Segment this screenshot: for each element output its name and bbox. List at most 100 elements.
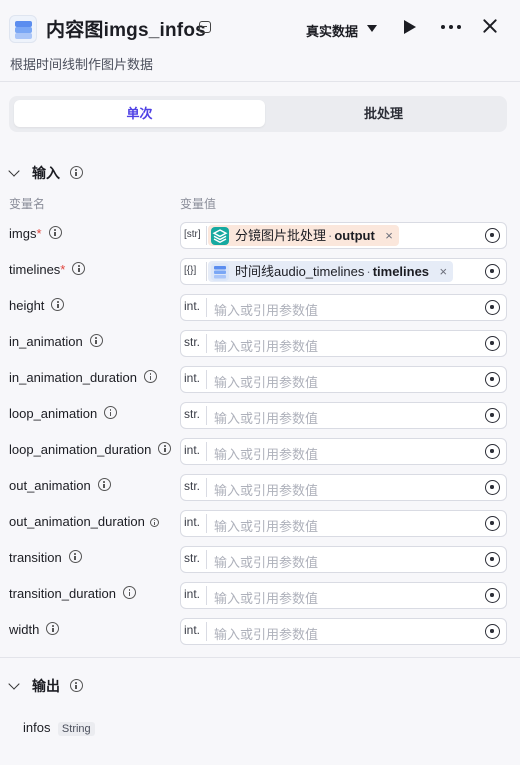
input-label: in_animation	[9, 334, 103, 349]
input-value-field[interactable]: int. 输入或引用参数值	[180, 294, 507, 321]
reference-variable-icon[interactable]	[485, 300, 500, 315]
input-label: out_animation_duration	[9, 514, 159, 529]
input-name: in_animation	[9, 334, 83, 349]
input-section-title: 输入	[32, 165, 60, 181]
type-tag: int.	[184, 443, 201, 457]
reference-variable-icon[interactable]	[485, 336, 500, 351]
input-value-field[interactable]: int. 输入或引用参数值	[180, 438, 507, 465]
type-tag: str.	[184, 479, 201, 493]
reference-variable-icon[interactable]	[485, 372, 500, 387]
reference-variable-icon[interactable]	[485, 444, 500, 459]
node-header: 内容图imgs_infos 真实数据 根据时间线制作图片数据	[0, 0, 520, 82]
type-separator	[206, 262, 207, 281]
chevron-down-icon[interactable]	[8, 678, 20, 690]
input-row-out-animation-duration: out_animation_duration int. 输入或引用参数值	[0, 510, 520, 537]
layers-stack-icon	[211, 263, 229, 281]
info-icon[interactable]	[149, 518, 159, 527]
input-label: width	[9, 622, 60, 637]
type-tag: int.	[184, 299, 201, 313]
output-section-header[interactable]: 输出	[8, 676, 83, 696]
type-separator	[206, 442, 207, 461]
reference-variable-icon[interactable]	[485, 516, 500, 531]
info-icon[interactable]	[51, 298, 65, 311]
input-name: loop_animation_duration	[9, 442, 152, 457]
tab-single[interactable]: 单次	[14, 100, 265, 127]
info-icon[interactable]	[89, 334, 103, 347]
type-tag: str.	[184, 551, 201, 565]
input-placeholder: 输入或引用参数值	[214, 519, 319, 534]
input-name: height	[9, 298, 45, 313]
reference-output: timelines	[372, 264, 430, 279]
required-mark: *	[60, 262, 66, 277]
input-row-loop-animation: loop_animation str. 输入或引用参数值	[0, 402, 520, 429]
input-name: width	[9, 622, 40, 637]
type-separator	[206, 334, 207, 353]
type-tag: int.	[184, 515, 201, 529]
type-separator	[206, 478, 207, 497]
reference-separator: ·	[366, 264, 371, 279]
input-name: out_animation_duration	[9, 514, 145, 529]
input-row-transition: transition str. 输入或引用参数值	[0, 546, 520, 573]
info-icon[interactable]	[69, 166, 83, 179]
input-value-field[interactable]: int. 输入或引用参数值	[180, 618, 507, 645]
reference-variable-icon[interactable]	[485, 588, 500, 603]
reference-variable-icon[interactable]	[485, 624, 500, 639]
info-icon[interactable]	[104, 406, 118, 419]
type-tag: [{}]	[184, 265, 197, 276]
input-row-in-animation: in_animation str. 输入或引用参数值	[0, 330, 520, 357]
reference-variable-icon[interactable]	[485, 228, 500, 243]
output-section-title: 输出	[32, 678, 60, 694]
input-row-imgs: imgs* [str] 分镜图片批处理 · output ×	[0, 222, 520, 249]
input-label: in_animation_duration	[9, 370, 157, 385]
input-value-field[interactable]: [{}] 时间线audio_timelines · timelines ×	[180, 258, 507, 285]
reference-chip[interactable]: 时间线audio_timelines · timelines ×	[208, 261, 454, 282]
column-header-value: 变量值	[180, 197, 217, 211]
reference-variable-icon[interactable]	[485, 264, 500, 279]
info-icon[interactable]	[158, 442, 172, 455]
info-icon[interactable]	[122, 586, 136, 599]
input-value-field[interactable]: int. 输入或引用参数值	[180, 366, 507, 393]
tab-batch[interactable]: 批处理	[265, 100, 502, 127]
type-separator	[206, 586, 207, 605]
input-value-field[interactable]: str. 输入或引用参数值	[180, 474, 507, 501]
caret-down-icon[interactable]	[367, 25, 377, 32]
reference-chip[interactable]: 分镜图片批处理 · output ×	[208, 225, 399, 246]
input-name: imgs	[9, 226, 37, 241]
input-section-header[interactable]: 输入	[8, 163, 83, 183]
input-placeholder: 输入或引用参数值	[214, 591, 319, 606]
close-icon[interactable]	[481, 17, 499, 35]
input-label: out_animation	[9, 478, 111, 493]
info-icon[interactable]	[68, 550, 82, 563]
info-icon[interactable]	[72, 262, 86, 275]
reference-variable-icon[interactable]	[485, 552, 500, 567]
info-icon[interactable]	[46, 622, 60, 635]
input-row-loop-animation-duration: loop_animation_duration int. 输入或引用参数值	[0, 438, 520, 465]
input-name: loop_animation	[9, 406, 98, 421]
reference-variable-icon[interactable]	[485, 408, 500, 423]
input-placeholder: 输入或引用参数值	[214, 483, 319, 498]
data-mode-selector[interactable]: 真实数据	[306, 21, 358, 40]
info-icon[interactable]	[69, 679, 83, 692]
input-value-field[interactable]: [str] 分镜图片批处理 · output ×	[180, 222, 507, 249]
type-tag: int.	[184, 623, 201, 637]
info-icon[interactable]	[97, 478, 111, 491]
chevron-down-icon[interactable]	[8, 165, 20, 177]
info-icon[interactable]	[48, 226, 62, 239]
type-tag: int.	[184, 371, 201, 385]
input-label: height	[9, 298, 65, 313]
input-value-field[interactable]: int. 输入或引用参数值	[180, 510, 507, 537]
reference-variable-icon[interactable]	[485, 480, 500, 495]
node-title[interactable]: 内容图imgs_infos	[46, 15, 206, 42]
node-badge-icon	[199, 21, 211, 33]
input-value-field[interactable]: str. 输入或引用参数值	[180, 546, 507, 573]
reference-output: output	[334, 228, 375, 243]
input-value-field[interactable]: int. 输入或引用参数值	[180, 582, 507, 609]
input-name: in_animation_duration	[9, 370, 137, 385]
play-icon[interactable]	[403, 19, 417, 35]
info-icon[interactable]	[143, 370, 157, 383]
remove-reference-icon[interactable]: ×	[439, 261, 447, 282]
input-value-field[interactable]: str. 输入或引用参数值	[180, 402, 507, 429]
input-value-field[interactable]: str. 输入或引用参数值	[180, 330, 507, 357]
remove-reference-icon[interactable]: ×	[385, 225, 393, 246]
more-horizontal-icon[interactable]	[440, 18, 462, 34]
